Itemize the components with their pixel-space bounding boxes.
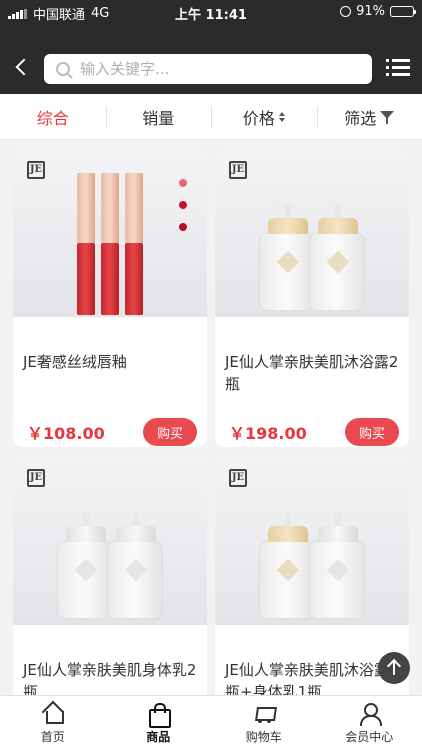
search-input[interactable] [80, 60, 340, 78]
filter-icon [380, 110, 395, 124]
product-image-lip-glaze: JE [13, 147, 207, 317]
scroll-to-top-button[interactable] [378, 652, 410, 684]
product-image-body-wash: JE [215, 147, 409, 317]
product-card[interactable]: JE JE仙人掌亲肤美肌沐浴露2瓶 ￥198.00 购买 [215, 147, 409, 447]
brand-logo: JE [229, 469, 247, 487]
battery-percent: 91% [356, 4, 385, 19]
product-price: ￥198.00 [229, 424, 307, 443]
brand-logo: JE [27, 469, 45, 487]
top-header [0, 24, 422, 94]
orientation-lock-icon [340, 6, 352, 17]
product-name: JE奢感丝绒唇釉 [23, 353, 127, 371]
bag-icon [147, 702, 172, 728]
search-bar[interactable] [44, 54, 372, 84]
tab-filter[interactable]: 筛选 [316, 94, 422, 139]
bottom-tab-bar: 首页 商品 购物车 会员中心 [0, 695, 422, 750]
product-price: ￥108.00 [27, 424, 105, 443]
status-bar: 中国联通 4G 上午 11:41 91% [0, 0, 422, 24]
buy-button[interactable]: 购买 [345, 418, 399, 446]
buy-button[interactable]: 购买 [143, 418, 197, 446]
tab-comprehensive[interactable]: 综合 [0, 94, 106, 139]
tabbar-home[interactable]: 首页 [0, 696, 106, 750]
brand-logo: JE [229, 161, 247, 179]
sort-tabs: 综合 销量 价格 筛选 [0, 94, 422, 140]
cart-icon [253, 702, 275, 724]
product-image-body-lotion: JE [13, 455, 207, 625]
search-icon [56, 62, 70, 76]
user-icon [358, 702, 383, 726]
home-icon [42, 702, 64, 724]
product-card[interactable]: JE JE仙人掌亲肤美肌身体乳2瓶 [13, 455, 207, 695]
tabbar-member[interactable]: 会员中心 [317, 696, 422, 750]
product-card[interactable]: JE JE奢感丝绒唇釉 ￥108.00 购买 [13, 147, 207, 447]
tab-price[interactable]: 价格 [211, 94, 317, 139]
back-button[interactable] [12, 57, 32, 77]
list-menu-button[interactable] [386, 58, 410, 78]
brand-logo: JE [27, 161, 45, 179]
product-image-set: JE [215, 455, 409, 625]
product-grid: JE JE奢感丝绒唇釉 ￥108.00 购买 JE JE仙人掌亲肤美肌沐浴露2瓶… [0, 140, 422, 695]
product-name: JE仙人掌亲肤美肌沐浴露2瓶 [225, 353, 399, 393]
product-name: JE仙人掌亲肤美肌身体乳2瓶 [23, 661, 197, 695]
tabbar-cart[interactable]: 购物车 [211, 696, 317, 750]
sort-arrows-icon [278, 111, 285, 122]
battery-icon [390, 6, 416, 17]
tabbar-products[interactable]: 商品 [106, 696, 212, 750]
tab-sales[interactable]: 销量 [105, 94, 212, 139]
